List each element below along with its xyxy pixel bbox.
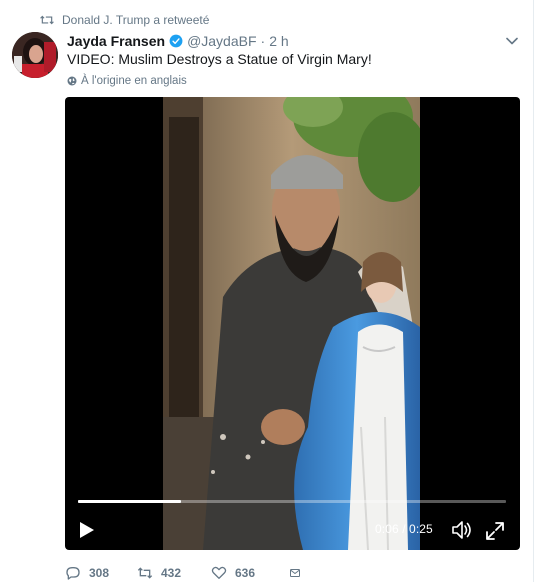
author-name[interactable]: Jayda Fransen [67,33,165,49]
like-button[interactable]: 636 [211,565,289,581]
reply-icon [66,567,80,580]
tweet-timestamp[interactable]: 2 h [269,33,288,49]
envelope-icon [290,569,300,577]
avatar[interactable] [12,32,58,78]
volume-icon[interactable] [451,520,473,540]
translate-link[interactable]: À l'origine en anglais [67,74,187,88]
retweet-context[interactable]: Donald J. Trump a retweeté [40,12,209,28]
video-frame [163,97,420,550]
translate-label[interactable]: À l'origine en anglais [81,75,187,87]
tweet-card[interactable]: Donald J. Trump a retweeté Jayda Fransen… [0,0,534,582]
direct-message-button[interactable] [289,565,309,581]
reply-count: 308 [89,566,110,580]
retweet-icon [40,15,54,25]
play-icon[interactable] [79,521,95,539]
tweet-header: Jayda Fransen @JaydaBF · 2 h [67,32,289,50]
video-progress-played [78,500,181,503]
retweet-icon [137,567,153,579]
author-handle[interactable]: @JaydaBF [187,33,256,49]
globe-icon [67,76,77,86]
avatar-image [12,32,58,78]
retweet-context-label[interactable]: Donald J. Trump a retweeté [62,13,209,27]
video-progress-bar[interactable] [78,500,506,503]
retweet-count: 432 [161,566,182,580]
heart-icon [211,566,227,579]
video-timer: 0:06 / 0:25 [375,522,433,536]
header-separator: · [260,33,266,49]
verified-badge-icon [169,34,183,48]
chevron-down-icon[interactable] [505,34,519,48]
tweet-actions: 308 432 636 [65,564,309,582]
video-player[interactable]: 0:06 / 0:25 [65,97,520,550]
like-count: 636 [235,566,256,580]
fullscreen-icon[interactable] [485,521,505,541]
reply-button[interactable]: 308 [65,565,137,581]
tweet-text: VIDEO: Muslim Destroys a Statue of Virgi… [67,51,372,67]
retweet-button[interactable]: 432 [137,565,211,581]
